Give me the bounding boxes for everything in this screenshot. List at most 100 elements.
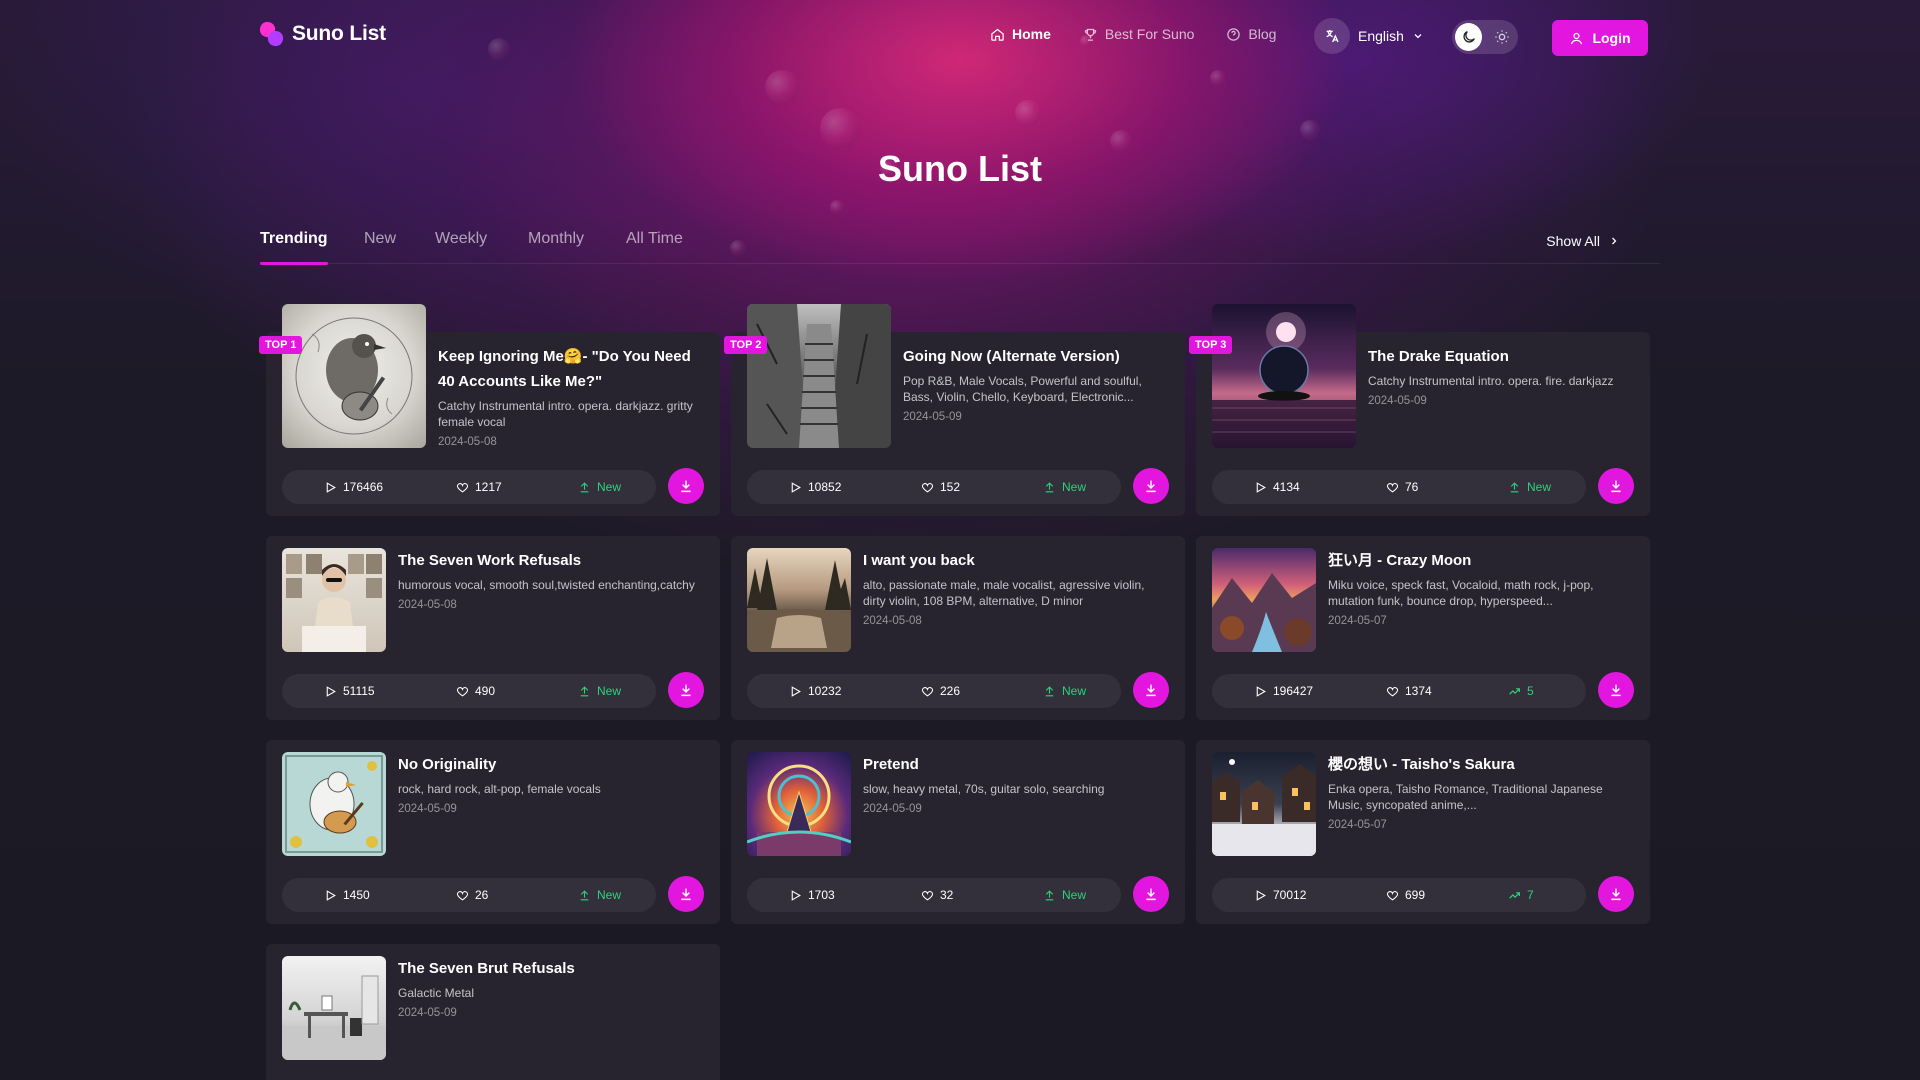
play-count[interactable]: 4134 xyxy=(1254,470,1300,504)
trend-indicator: New xyxy=(1043,470,1086,504)
play-count[interactable]: 10232 xyxy=(789,674,841,708)
heart-icon xyxy=(456,482,469,492)
like-count-value: 26 xyxy=(475,888,489,902)
download-button[interactable] xyxy=(1133,468,1169,504)
play-count[interactable]: 1703 xyxy=(789,878,835,912)
like-count[interactable]: 699 xyxy=(1386,878,1425,912)
like-count-value: 76 xyxy=(1405,480,1419,494)
tab-trending[interactable]: Trending xyxy=(260,230,328,265)
song-card[interactable]: TOP 2 Going Now (Alternate Version) Pop … xyxy=(724,304,1185,516)
like-count[interactable]: 226 xyxy=(921,674,960,708)
song-card[interactable]: No Originality rock, hard rock, alt-pop,… xyxy=(266,740,720,924)
play-count[interactable]: 51115 xyxy=(324,674,375,708)
play-count[interactable]: 176466 xyxy=(324,470,383,504)
play-count[interactable]: 1450 xyxy=(324,878,370,912)
song-info: I want you back alto, passionate male, m… xyxy=(863,548,1169,627)
like-count[interactable]: 490 xyxy=(456,674,495,708)
trend-indicator: 5 xyxy=(1508,674,1534,708)
like-count[interactable]: 1217 xyxy=(456,470,502,504)
song-info: No Originality rock, hard rock, alt-pop,… xyxy=(398,752,704,815)
language-selector[interactable]: English xyxy=(1314,18,1424,54)
download-button[interactable] xyxy=(668,672,704,708)
play-icon xyxy=(326,481,336,493)
tab-new[interactable]: New xyxy=(364,230,396,264)
song-title[interactable]: No Originality xyxy=(398,752,704,777)
heart-icon xyxy=(456,686,469,696)
light-mode-button[interactable] xyxy=(1488,23,1515,51)
song-date: 2024-05-08 xyxy=(438,436,497,448)
tab-monthly[interactable]: Monthly xyxy=(528,230,584,264)
upload-icon xyxy=(580,685,589,696)
like-count[interactable]: 76 xyxy=(1386,470,1418,504)
trend-indicator: New xyxy=(578,470,621,504)
song-info: The Seven Brut Refusals Galactic Metal 2… xyxy=(398,956,704,1019)
song-card[interactable]: TOP 3 The Drake Equation Catchy Instrume… xyxy=(1189,304,1650,516)
like-count[interactable]: 26 xyxy=(456,878,488,912)
upload-icon xyxy=(580,889,589,900)
like-count[interactable]: 32 xyxy=(921,878,953,912)
download-button[interactable] xyxy=(668,876,704,912)
like-count[interactable]: 1374 xyxy=(1386,674,1432,708)
download-button[interactable] xyxy=(1598,468,1634,504)
nav-best-label: Best For Suno xyxy=(1104,26,1195,42)
song-card[interactable]: TOP 1 Keep Ignoring Me🤗- "Do You Need 40… xyxy=(259,304,720,516)
song-card[interactable]: 櫻の想い - Taisho's Sakura Enka opera, Taish… xyxy=(1196,740,1650,924)
tab-all-time[interactable]: All Time xyxy=(626,230,683,264)
dark-mode-button[interactable] xyxy=(1455,23,1482,51)
tab-weekly[interactable]: Weekly xyxy=(435,230,487,264)
brand-name: Suno List xyxy=(292,22,386,45)
song-tags: Enka opera, Taisho Romance, Traditional … xyxy=(1328,782,1603,812)
song-title[interactable]: The Seven Brut Refusals xyxy=(398,956,704,981)
trending-up-icon xyxy=(1509,687,1520,695)
heart-icon xyxy=(1386,890,1399,900)
like-count-value: 1217 xyxy=(475,480,502,494)
play-count[interactable]: 70012 xyxy=(1254,878,1306,912)
song-title[interactable]: 櫻の想い - Taisho's Sakura xyxy=(1328,752,1634,777)
theme-toggle xyxy=(1452,20,1518,54)
song-title[interactable]: I want you back xyxy=(863,548,1169,573)
song-date: 2024-05-09 xyxy=(398,1007,457,1019)
heart-icon xyxy=(1386,482,1399,492)
trend-value: New xyxy=(597,684,622,698)
nav-home[interactable]: Home xyxy=(990,26,1051,42)
song-title[interactable]: Going Now (Alternate Version) xyxy=(903,344,1169,369)
song-title[interactable]: 狂い月 - Crazy Moon xyxy=(1328,548,1634,573)
nav-blog[interactable]: Blog xyxy=(1226,26,1276,42)
upload-icon xyxy=(580,481,589,492)
download-button[interactable] xyxy=(1598,672,1634,708)
song-title[interactable]: The Drake Equation xyxy=(1368,344,1634,369)
like-count-value: 226 xyxy=(940,684,961,698)
song-title[interactable]: Keep Ignoring Me🤗- "Do You Need 40 Accou… xyxy=(438,344,704,394)
song-card[interactable]: Pretend slow, heavy metal, 70s, guitar s… xyxy=(731,740,1185,924)
play-icon xyxy=(326,685,336,697)
download-button[interactable] xyxy=(1133,876,1169,912)
download-button[interactable] xyxy=(668,468,704,504)
chevron-down-icon xyxy=(1414,34,1422,39)
heart-icon xyxy=(921,686,934,696)
song-tags: Miku voice, speck fast, Vocaloid, math r… xyxy=(1328,578,1594,608)
song-title[interactable]: The Seven Work Refusals xyxy=(398,548,704,573)
song-info: 櫻の想い - Taisho's Sakura Enka opera, Taish… xyxy=(1328,752,1634,831)
song-tags: humorous vocal, smooth soul,twisted ench… xyxy=(398,578,695,592)
logo[interactable]: Suno List xyxy=(260,22,386,46)
show-all-label: Show All xyxy=(1546,233,1600,249)
heart-icon xyxy=(921,482,934,492)
song-card[interactable]: 狂い月 - Crazy Moon Miku voice, speck fast,… xyxy=(1196,536,1650,720)
download-icon xyxy=(1611,684,1621,697)
download-button[interactable] xyxy=(1598,876,1634,912)
play-count-value: 4134 xyxy=(1273,480,1300,494)
login-button[interactable]: Login xyxy=(1552,20,1648,56)
like-count[interactable]: 152 xyxy=(921,470,960,504)
song-date: 2024-05-07 xyxy=(1328,819,1387,831)
play-count[interactable]: 196427 xyxy=(1254,674,1313,708)
nav-best-for-suno[interactable]: Best For Suno xyxy=(1083,26,1195,42)
song-card[interactable]: The Seven Work Refusals humorous vocal, … xyxy=(266,536,720,720)
song-tags: alto, passionate male, male vocalist, ag… xyxy=(863,578,1145,608)
show-all-link[interactable]: Show All xyxy=(1546,233,1620,249)
download-icon xyxy=(681,480,691,493)
song-card[interactable]: I want you back alto, passionate male, m… xyxy=(731,536,1185,720)
download-button[interactable] xyxy=(1133,672,1169,708)
song-card[interactable]: The Seven Brut Refusals Galactic Metal 2… xyxy=(266,944,720,1080)
play-count[interactable]: 10852 xyxy=(789,470,841,504)
song-title[interactable]: Pretend xyxy=(863,752,1169,777)
